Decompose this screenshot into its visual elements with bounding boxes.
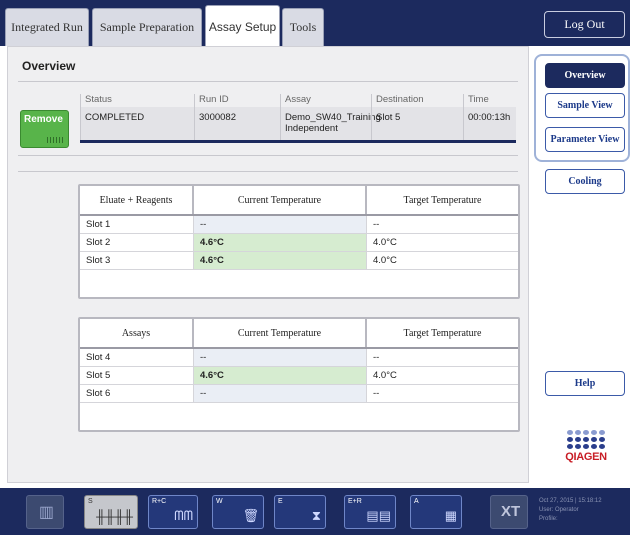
xt-button[interactable]: XT <box>490 495 528 529</box>
col-target-temperature: Target Temperature <box>403 327 482 339</box>
top-nav-bar: Integrated Run Sample Preparation Assay … <box>0 0 630 47</box>
current-temp: -- <box>194 385 367 402</box>
tab-tools[interactable]: Tools <box>282 8 324 46</box>
slot-label: Slot 4 <box>80 349 194 366</box>
sample-slot-button[interactable]: S ╫╫╫╫ <box>84 495 138 529</box>
status-profile: Profile: <box>539 516 558 522</box>
sample-rack-icon: ╫╫╫╫ <box>96 509 133 524</box>
target-temp: 4.0°C <box>373 237 397 248</box>
current-temp: 4.6°C <box>194 234 367 251</box>
current-temp: 4.6°C <box>194 252 367 269</box>
tab-sample-preparation[interactable]: Sample Preparation <box>92 8 202 46</box>
waste-slot-button[interactable]: W 🗑 <box>212 495 264 529</box>
grip-icon <box>47 137 63 143</box>
assay-slot-button[interactable]: A ▦ <box>410 495 462 529</box>
status-datetime: Oct 27, 2015 | 15:18:12 <box>539 498 602 504</box>
run-destination: Slot 5 <box>371 107 463 140</box>
current-temp: -- <box>194 216 367 233</box>
eluate-reagent-slot-button[interactable]: E+R ▤▤ <box>344 495 396 529</box>
run-assay-line1: Demo_SW40_Training <box>285 112 381 123</box>
col-status: Status <box>80 94 194 107</box>
target-temp: -- <box>373 219 380 230</box>
col-eluate-reagents: Eluate + Reagents <box>80 186 194 214</box>
main-panel: Overview Remove Status Run ID Assay Dest… <box>7 46 529 483</box>
target-temp: 4.0°C <box>373 255 397 266</box>
side-panel: Overview Sample View Parameter View Cool… <box>533 51 630 483</box>
slot-label: Slot 6 <box>80 385 194 402</box>
divider <box>18 155 518 156</box>
table-row: Slot 6 -- -- <box>80 385 518 403</box>
slot-letter: S <box>88 498 93 505</box>
tab-assay-setup[interactable]: Assay Setup <box>205 5 280 47</box>
run-assay-line2: Independent <box>285 123 338 134</box>
trash-icon: 🗑 <box>242 508 259 523</box>
slot-letter: A <box>414 498 419 505</box>
tab-integrated-run[interactable]: Integrated Run <box>5 8 89 46</box>
target-temp: -- <box>373 352 380 363</box>
page-title: Overview <box>22 59 76 73</box>
status-user: User: Operator <box>539 507 579 513</box>
col-run-id: Run ID <box>194 94 280 107</box>
eluate-slot-button[interactable]: E ⧗ <box>274 495 326 529</box>
eluate-reagents-table: Eluate + Reagents Current Temperature Ta… <box>78 184 520 299</box>
status-info: Oct 27, 2015 | 15:18:12 User: Operator P… <box>539 497 602 524</box>
tube-rack-icon: ▤▤ <box>366 508 391 523</box>
run-table-header: Status Run ID Assay Destination Time <box>80 94 516 107</box>
run-assay: Demo_SW40_Training Independent <box>280 107 381 140</box>
assay-plate-icon: ▦ <box>444 508 457 523</box>
col-current-temperature: Current Temperature <box>194 186 367 214</box>
table-row: Slot 3 4.6°C 4.0°C <box>80 252 518 270</box>
run-status: COMPLETED <box>80 107 194 140</box>
parameter-view-button[interactable]: Parameter View <box>545 127 625 152</box>
col-assays: Assays <box>80 319 194 347</box>
reagent-rack-icon: ᗰᗰ <box>174 508 193 523</box>
run-time: 00:00:13h <box>463 107 516 140</box>
col-destination: Destination <box>371 94 463 107</box>
slot-letter: W <box>216 498 223 505</box>
target-temp: -- <box>373 388 380 399</box>
dna-icon: ⧗ <box>311 508 321 523</box>
remove-button[interactable]: Remove <box>20 110 69 148</box>
slot-letter: R+C <box>152 498 167 505</box>
table-header: Assays Current Temperature Target Temper… <box>80 319 518 349</box>
overview-button[interactable]: Overview <box>545 63 625 88</box>
sample-view-button[interactable]: Sample View <box>545 93 625 118</box>
help-button[interactable]: Help <box>545 371 625 396</box>
table-row: Slot 2 4.6°C 4.0°C <box>80 234 518 252</box>
divider <box>18 81 518 82</box>
assays-table: Assays Current Temperature Target Temper… <box>78 317 520 432</box>
run-table: Status Run ID Assay Destination Time COM… <box>80 94 516 143</box>
slot-label: Slot 3 <box>80 252 194 269</box>
reagent-cartridge-slot-button[interactable]: R+C ᗰᗰ <box>148 495 198 529</box>
col-time: Time <box>463 94 516 107</box>
target-temp: 4.0°C <box>373 370 397 381</box>
run-id: 3000082 <box>194 107 280 140</box>
slot-letter: E <box>278 498 283 505</box>
cooling-button[interactable]: Cooling <box>545 169 625 194</box>
table-row: Slot 1 -- -- <box>80 216 518 234</box>
table-row: Slot 4 -- -- <box>80 349 518 367</box>
slot-letter: E+R <box>348 498 362 505</box>
logout-button[interactable]: Log Out <box>544 11 625 38</box>
table-row[interactable]: COMPLETED 3000082 Demo_SW40_Training Ind… <box>80 107 516 143</box>
slot-label: Slot 1 <box>80 216 194 233</box>
logo-text: QIAGEN <box>565 451 607 463</box>
current-temp: 4.6°C <box>194 367 367 384</box>
slot-label: Slot 2 <box>80 234 194 251</box>
slot-label: Slot 5 <box>80 367 194 384</box>
current-temp: -- <box>194 349 367 366</box>
drawer-icon: ▥ <box>38 504 54 521</box>
qiagen-logo: QIAGEN <box>564 430 608 463</box>
divider <box>18 171 518 172</box>
drawer-button[interactable]: ▥ <box>26 495 64 529</box>
col-assay: Assay <box>280 94 371 107</box>
col-current-temperature: Current Temperature <box>194 319 367 347</box>
logo-dots <box>564 430 608 449</box>
col-target-temperature: Target Temperature <box>403 194 482 206</box>
table-header: Eluate + Reagents Current Temperature Ta… <box>80 186 518 216</box>
table-row: Slot 5 4.6°C 4.0°C <box>80 367 518 385</box>
bottom-toolbar: ▥ S ╫╫╫╫ R+C ᗰᗰ W 🗑 E ⧗ E+R ▤▤ A ▦ XT <box>0 488 630 535</box>
remove-button-label: Remove <box>24 114 63 125</box>
